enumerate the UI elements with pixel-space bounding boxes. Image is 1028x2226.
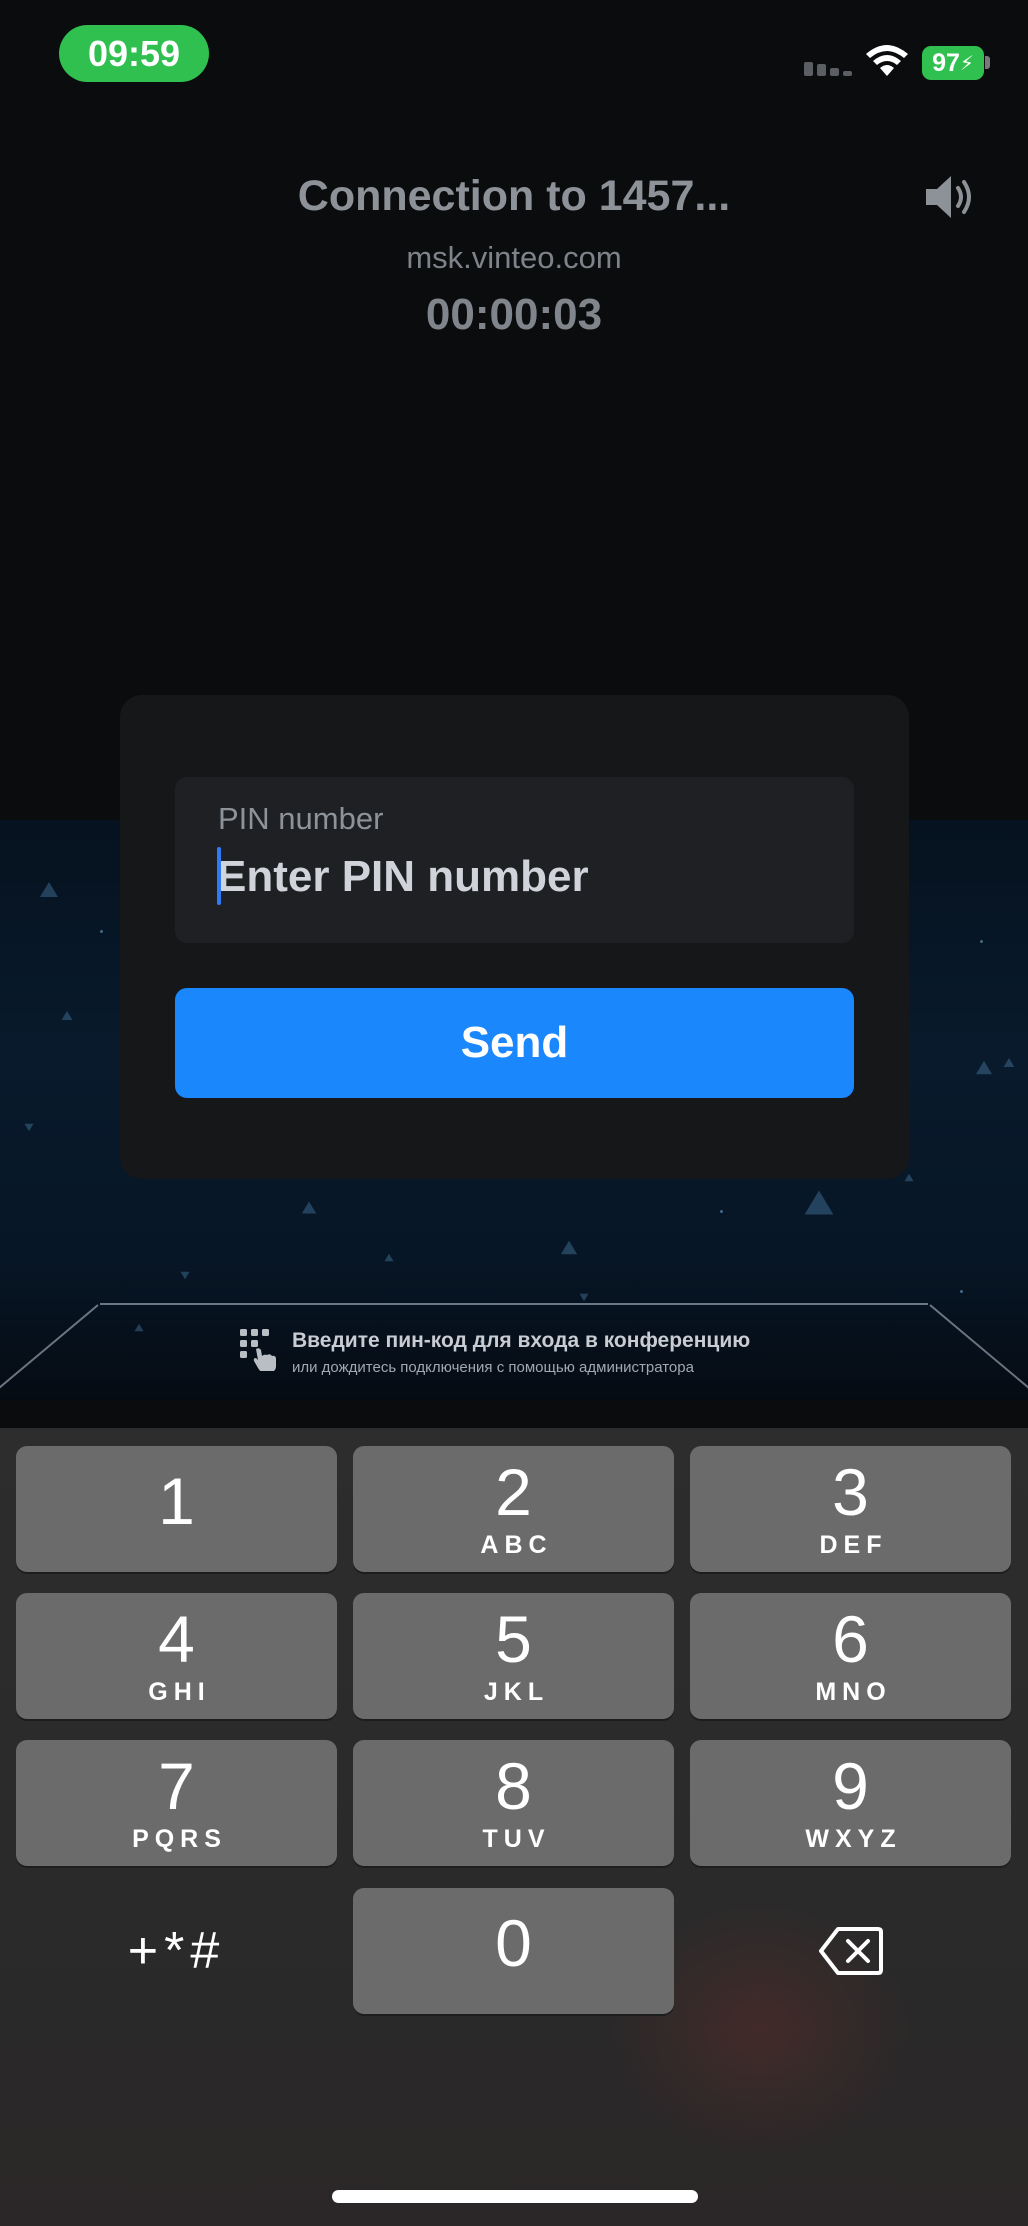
key-letters: WXYZ bbox=[805, 1824, 902, 1853]
key-1[interactable]: 1 bbox=[16, 1446, 337, 1572]
key-4[interactable]: 4 GHI bbox=[16, 1593, 337, 1719]
key-digit: 0 bbox=[495, 1906, 532, 1980]
key-letters: GHI bbox=[148, 1677, 211, 1706]
banner-title: Введите пин-код для входа в конференцию bbox=[292, 1329, 751, 1352]
key-digit: 9 bbox=[832, 1748, 869, 1823]
banner-subtitle: или дождитесь подключения с помощью адми… bbox=[292, 1359, 694, 1376]
key-8[interactable]: 8 TUV bbox=[353, 1740, 674, 1866]
delete-key[interactable] bbox=[690, 1888, 1011, 2014]
key-letters: JKL bbox=[483, 1677, 550, 1706]
call-screen: Введите пин-код для входа в конференцию … bbox=[0, 0, 1028, 2226]
speaker-icon[interactable] bbox=[922, 168, 980, 226]
key-0[interactable]: 0 bbox=[353, 1888, 674, 2014]
battery-level: 97 bbox=[932, 48, 960, 77]
key-letters: TUV bbox=[482, 1824, 551, 1853]
key-digit: 2 bbox=[495, 1454, 532, 1529]
text-caret bbox=[217, 847, 221, 905]
key-digit: 1 bbox=[158, 1464, 195, 1538]
key-letters: DEF bbox=[819, 1530, 888, 1559]
symbols-label: +*# bbox=[127, 1922, 226, 1980]
key-letters: ABC bbox=[480, 1530, 553, 1559]
key-letters: MNO bbox=[815, 1677, 892, 1706]
symbols-key[interactable]: +*# bbox=[16, 1888, 337, 2014]
pin-field-label: PIN number bbox=[218, 801, 384, 836]
key-digit: 7 bbox=[158, 1748, 195, 1823]
key-digit: 4 bbox=[158, 1601, 195, 1676]
key-6[interactable]: 6 MNO bbox=[690, 1593, 1011, 1719]
call-domain: msk.vinteo.com bbox=[406, 240, 622, 275]
key-5[interactable]: 5 JKL bbox=[353, 1593, 674, 1719]
home-indicator[interactable] bbox=[332, 2190, 698, 2203]
key-letters: PQRS bbox=[132, 1824, 227, 1853]
call-title: Connection to 1457... bbox=[297, 172, 731, 220]
keypad-touch-icon bbox=[240, 1329, 276, 1371]
pin-hint-banner: Введите пин-код для входа в конференцию … bbox=[100, 1303, 928, 1403]
key-digit: 6 bbox=[832, 1601, 869, 1676]
pin-input[interactable] bbox=[217, 847, 817, 907]
numeric-keypad: 1 2 ABC 3 DEF 4 GHI 5 JKL 6 MNO 7 PQRS 8… bbox=[0, 1428, 1028, 2226]
send-button[interactable]: Send bbox=[175, 988, 854, 1098]
key-9[interactable]: 9 WXYZ bbox=[690, 1740, 1011, 1866]
key-2[interactable]: 2 ABC bbox=[353, 1446, 674, 1572]
status-time: 09:59 bbox=[59, 25, 209, 82]
key-digit: 5 bbox=[495, 1601, 532, 1676]
call-timer: 00:00:03 bbox=[425, 290, 603, 339]
battery-tip bbox=[985, 56, 990, 69]
battery-icon: 97 ⚡ bbox=[922, 46, 984, 80]
key-7[interactable]: 7 PQRS bbox=[16, 1740, 337, 1866]
key-digit: 3 bbox=[832, 1454, 869, 1529]
key-digit: 8 bbox=[495, 1748, 532, 1823]
pin-dialog: PIN number Send bbox=[120, 695, 909, 1179]
backspace-icon bbox=[818, 1927, 883, 1975]
wifi-icon bbox=[866, 45, 908, 76]
pin-field-container[interactable]: PIN number bbox=[175, 777, 854, 943]
key-3[interactable]: 3 DEF bbox=[690, 1446, 1011, 1572]
signal-icon bbox=[804, 62, 852, 76]
